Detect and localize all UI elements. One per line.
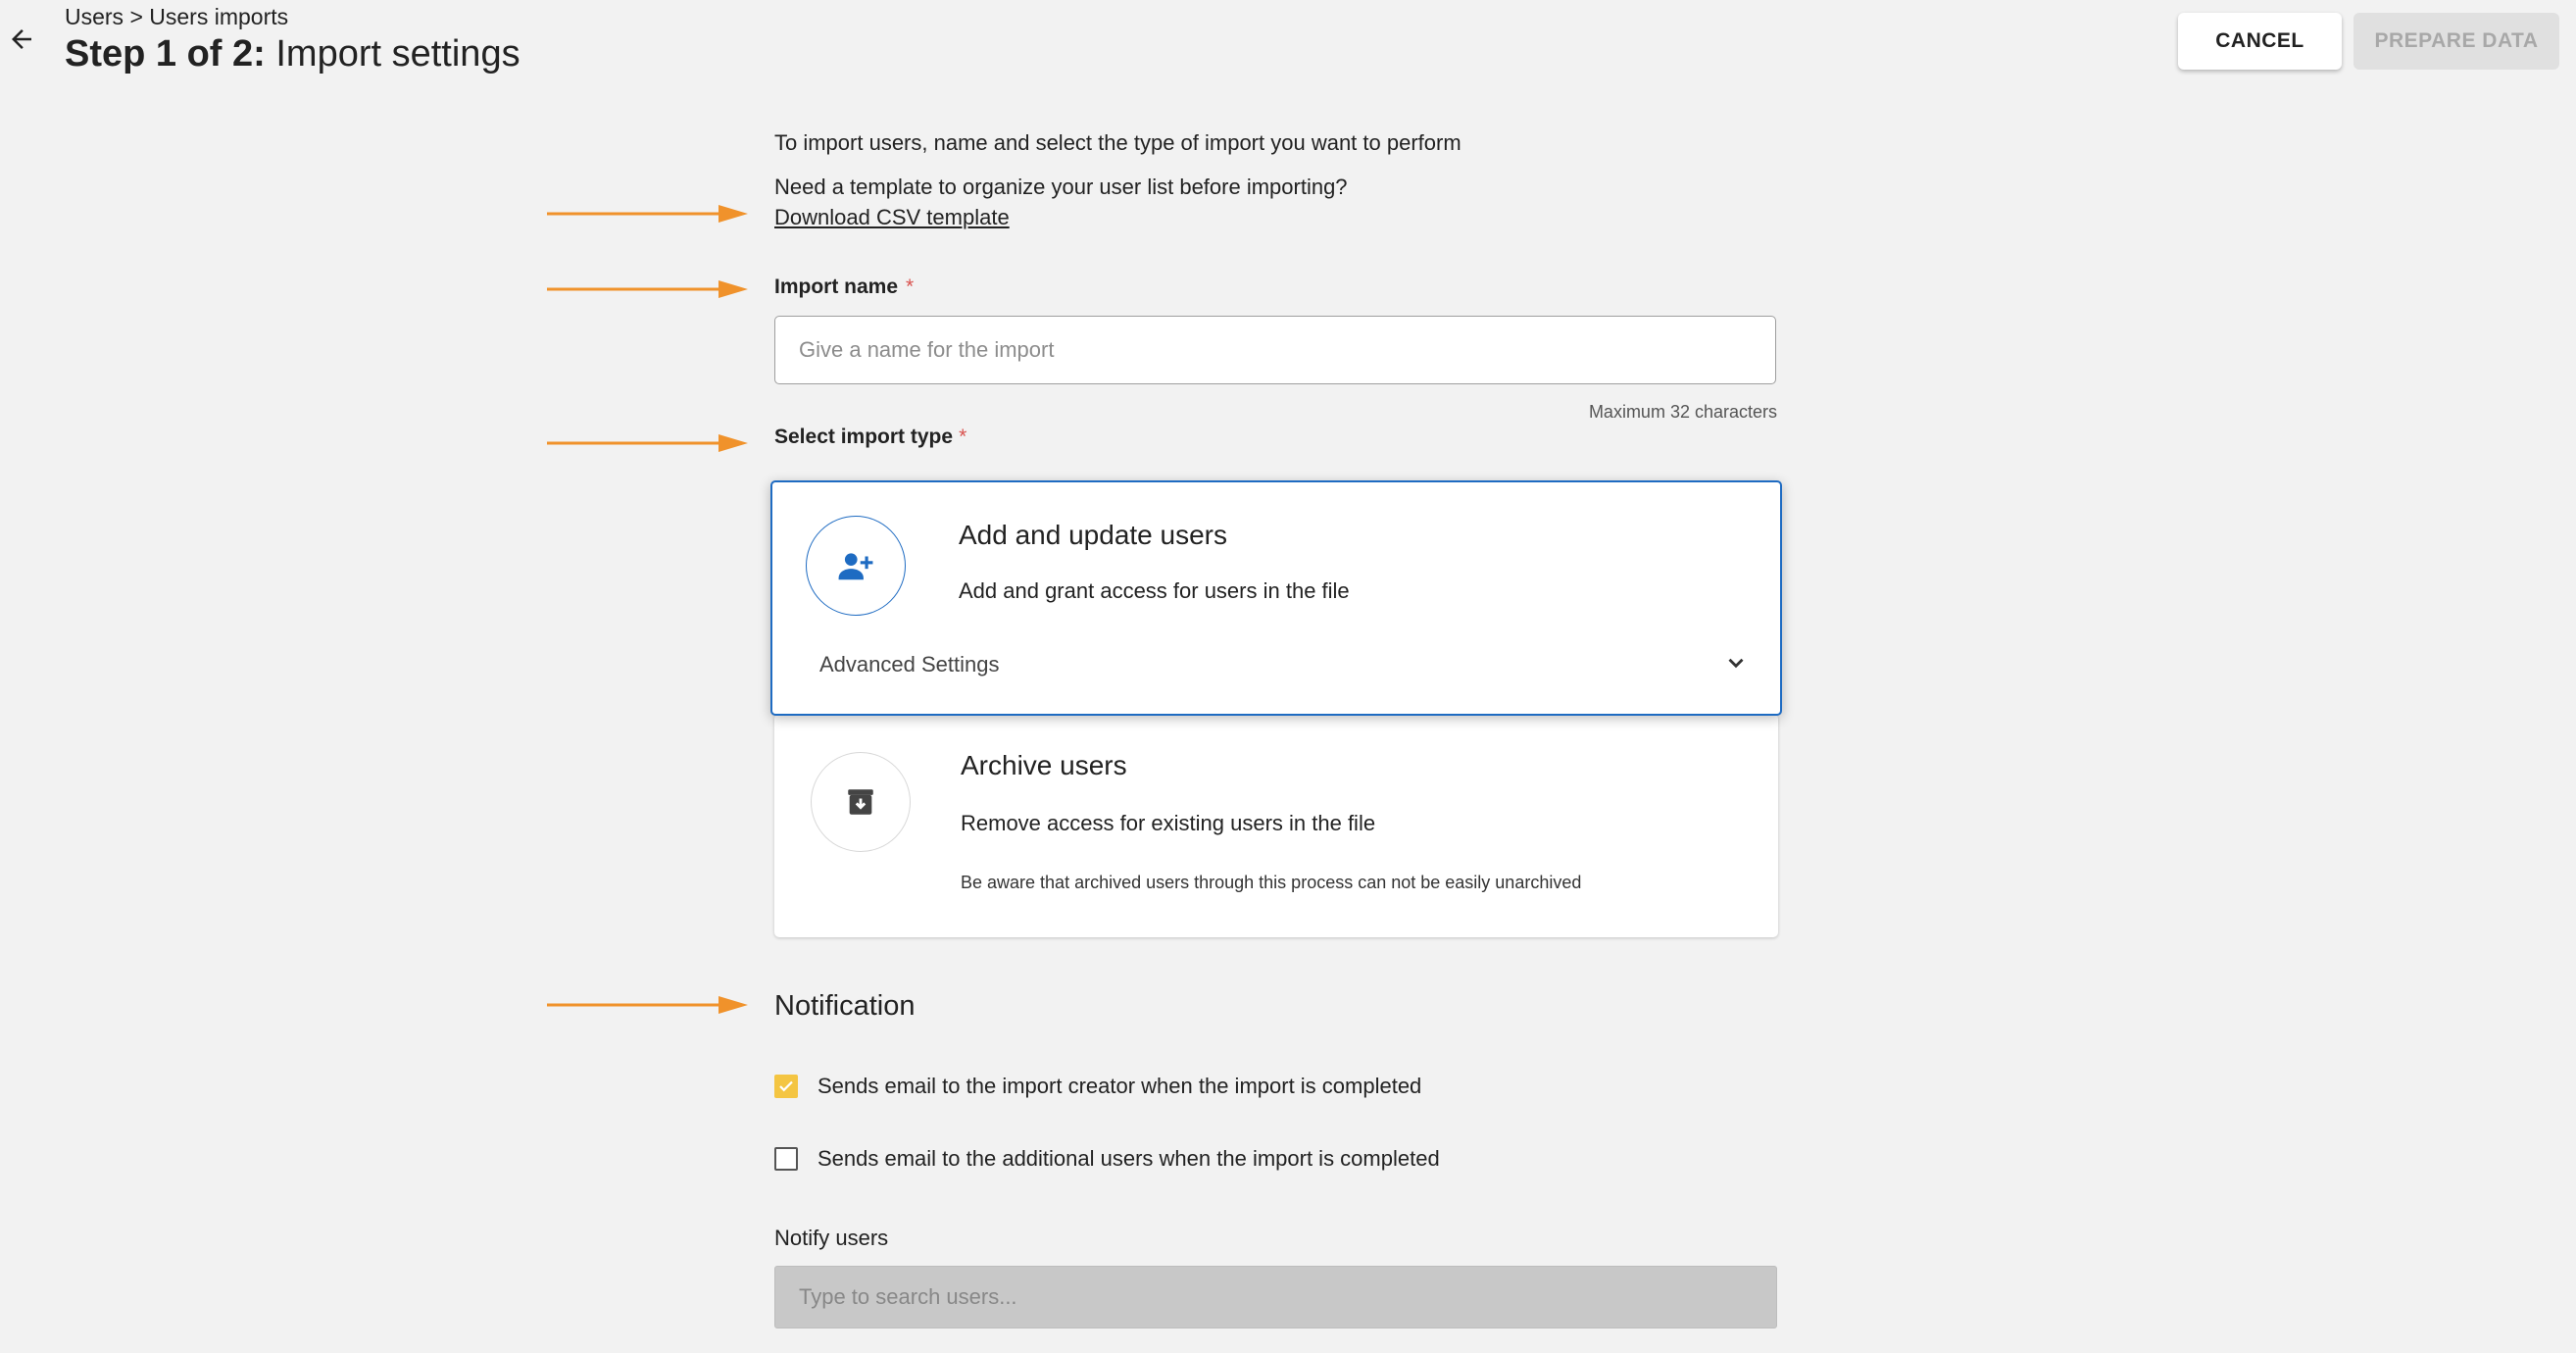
- back-arrow-icon[interactable]: [2, 20, 41, 59]
- card-desc-add-update: Add and grant access for users in the fi…: [959, 578, 1350, 603]
- import-type-label: Select import type *: [774, 426, 966, 449]
- card-title-add-update: Add and update users: [959, 520, 1227, 550]
- person-add-icon: [806, 516, 906, 616]
- annotation-arrow-template: [547, 205, 748, 223]
- annotation-arrow-notification: [547, 996, 748, 1014]
- advanced-settings-toggle[interactable]: Advanced Settings: [819, 645, 1749, 684]
- import-name-label: Import name *: [774, 276, 914, 299]
- intro-text: To import users, name and select the typ…: [774, 130, 1461, 155]
- card-warning-archive: Be aware that archived users through thi…: [961, 873, 1582, 892]
- archive-icon: [811, 752, 911, 852]
- notify-additional-label: Sends email to the additional users when…: [817, 1146, 1440, 1171]
- card-title-archive: Archive users: [961, 750, 1127, 780]
- cancel-button[interactable]: CANCEL: [2178, 13, 2342, 70]
- notify-creator-label: Sends email to the import creator when t…: [817, 1074, 1422, 1098]
- page-title-step: Step 1 of 2:: [65, 33, 266, 75]
- download-csv-template-link[interactable]: Download CSV template: [774, 205, 1010, 230]
- import-name-input[interactable]: [774, 316, 1776, 384]
- checkbox-unchecked-icon[interactable]: [774, 1147, 798, 1171]
- annotation-arrow-import-type: [547, 434, 748, 452]
- import-name-label-text: Import name: [774, 276, 899, 298]
- page-title-text: Import settings: [265, 33, 520, 75]
- notify-creator-option[interactable]: Sends email to the import creator when t…: [774, 1074, 1421, 1099]
- notify-users-search-input[interactable]: [774, 1266, 1777, 1328]
- notify-additional-option[interactable]: Sends email to the additional users when…: [774, 1146, 1440, 1172]
- template-question: Need a template to organize your user li…: [774, 175, 1348, 199]
- chevron-down-icon: [1723, 650, 1749, 680]
- notification-title: Notification: [774, 990, 916, 1022]
- import-type-card-add-update[interactable]: Add and update users Add and grant acces…: [770, 480, 1782, 716]
- required-mark: *: [906, 276, 915, 298]
- breadcrumb: Users > Users imports: [65, 4, 289, 29]
- prepare-data-button[interactable]: PREPARE DATA: [2353, 13, 2559, 70]
- required-mark: *: [959, 426, 967, 448]
- import-name-hint: Maximum 32 characters: [1588, 402, 1777, 422]
- page-title: Step 1 of 2: Import settings: [65, 33, 520, 75]
- advanced-settings-label: Advanced Settings: [819, 652, 1000, 676]
- notify-users-label: Notify users: [774, 1226, 889, 1250]
- annotation-arrow-import-name: [547, 280, 748, 298]
- import-type-label-text: Select import type: [774, 426, 954, 448]
- card-desc-archive: Remove access for existing users in the …: [961, 811, 1376, 835]
- import-type-card-archive[interactable]: Archive users Remove access for existing…: [774, 714, 1778, 937]
- checkbox-checked-icon[interactable]: [774, 1075, 798, 1098]
